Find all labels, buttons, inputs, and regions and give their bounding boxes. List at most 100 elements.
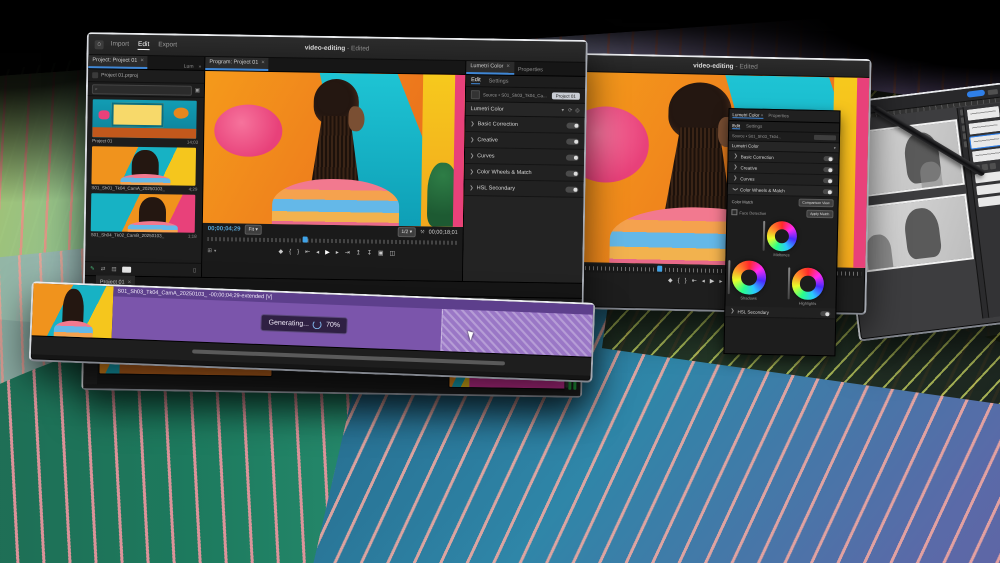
brush-stroke-thumb[interactable] [972,148,1000,163]
tab-project[interactable]: Project: Project 01 × [88,54,148,69]
mark-in-button[interactable]: { [289,249,291,255]
fx-toggle[interactable] [823,167,833,172]
extract-button[interactable]: ↧ [367,251,372,257]
fx-toggle[interactable] [566,122,579,128]
tab-properties[interactable]: Properties [768,113,789,118]
grid-view-icon[interactable] [92,72,98,78]
fx-toggle[interactable] [823,189,833,194]
highlights-wheel[interactable] [792,267,825,300]
step-forward-button[interactable]: ▸ [336,250,339,256]
tab-lumetri-color[interactable]: Lumetri Color × [466,60,514,75]
subtab-settings[interactable]: Settings [746,123,762,128]
layer-swatch[interactable] [976,182,1000,195]
playback-resolution-dropdown[interactable]: 1/2 ▾ [397,227,416,237]
highlights-slider[interactable] [788,267,791,299]
search-input[interactable]: ⌕ [92,84,192,96]
window-controls-icon[interactable] [988,88,999,94]
settings-wrench-icon[interactable]: ⚒ [420,229,425,235]
tab-program[interactable]: Program: Project 01 × [205,56,269,71]
panel-overflow-icon[interactable]: » [195,64,204,70]
section-color-wheels-match[interactable]: ❯ Color Wheels & Match [465,164,584,182]
brush-stroke-thumb[interactable] [967,106,1000,121]
section-basic-correction[interactable]: ❯ Basic Correction [465,116,584,134]
fx-toggle[interactable] [824,156,834,161]
add-marker-button[interactable]: ◆ [278,249,283,255]
link-icon[interactable]: ⇄ [101,266,106,272]
reset-icon[interactable]: ⟳ [568,107,572,113]
fx-toggle[interactable] [823,178,833,183]
clip-chip[interactable]: Project 01 [552,92,580,99]
subtab-edit[interactable]: Edit [732,123,740,129]
section-curves[interactable]: ❯ Curves [465,148,584,166]
close-icon[interactable]: × [140,58,144,64]
mark-out-button[interactable]: } [297,249,299,255]
step-forward-button[interactable]: ▸ [719,279,722,285]
add-marker-button[interactable]: ◆ [668,278,673,284]
home-icon[interactable]: ⌂ [95,40,104,49]
fx-toggle[interactable] [566,170,579,176]
fx-toggle[interactable] [566,154,579,160]
go-to-in-button[interactable]: ⇤ [692,278,697,284]
preset-dropdown[interactable]: Lumetri Color [471,106,562,113]
color-match-label: Color Match [732,199,754,204]
midtones-slider[interactable] [763,221,766,251]
fx-toggle[interactable] [565,186,578,192]
mark-out-button[interactable]: } [685,278,687,284]
tab-export[interactable]: Export [158,41,177,50]
go-to-out-button[interactable]: ⇥ [345,250,350,256]
fx-toggle[interactable] [820,311,830,316]
share-button[interactable] [967,90,986,98]
subtab-settings[interactable]: Settings [489,78,509,84]
face-detection-checkbox[interactable]: Face Detection [731,209,766,216]
mark-in-button[interactable]: { [678,278,680,284]
shadows-wheel[interactable] [732,260,767,295]
play-button[interactable]: ▶ [325,250,330,256]
project-item[interactable]: Project 01 14;03 [92,99,199,145]
folder-icon[interactable]: ▣ [195,87,200,93]
close-icon[interactable]: × [506,64,510,70]
brush-stroke-thumb[interactable] [969,120,1000,135]
shadows-slider[interactable] [728,260,731,294]
brush-stroke-thumb-selected[interactable] [970,134,1000,149]
chevron-icon: ❯ [734,153,738,159]
tab-import[interactable]: Import [111,40,130,49]
zoom-level-dropdown[interactable]: Fit ▾ [244,225,262,235]
timeline-hscrollbar[interactable] [192,349,505,365]
playhead[interactable] [303,237,308,243]
highlights-label: Highlights [791,300,823,306]
tab-lumetri-overflow[interactable]: Lum [182,64,196,70]
go-to-in-button[interactable]: ⇤ [305,250,310,256]
comparison-view-button[interactable]: ◫ [390,251,396,257]
project-item[interactable]: S01_Sh01_Tk04_CamA_20250103_ 4;29 [91,146,198,192]
comparison-view-chip[interactable]: Comparison View [798,199,834,208]
step-back-button[interactable]: ◂ [316,250,319,256]
preset-dropdown[interactable]: Lumetri Color [732,143,834,150]
play-button[interactable]: ▶ [710,279,715,285]
panel-icon[interactable] [990,163,997,170]
close-icon[interactable]: × [261,60,265,66]
section-hsl-secondary[interactable]: ❯ HSL Secondary [725,306,835,319]
playhead[interactable] [657,266,662,272]
checkbox-icon[interactable] [731,209,737,215]
pen-tool-icon[interactable]: ✎ [90,266,95,272]
tab-lumetri-color[interactable]: Lumetri Color × [732,112,763,119]
midtones-wheel[interactable] [767,221,798,252]
export-frame-button[interactable]: ▣ [378,251,384,257]
settings-grid-icon[interactable]: ⊞ [207,248,212,254]
section-hsl-secondary[interactable]: ❯ HSL Secondary [464,180,583,198]
new-bin-icon[interactable]: ▤ [111,266,116,272]
clip-chip[interactable] [814,135,836,140]
apply-match-chip[interactable]: Apply Match [806,210,833,219]
layer-swatch[interactable] [978,194,1000,207]
tab-properties[interactable]: Properties [514,67,547,76]
subtab-edit[interactable]: Edit [471,77,481,84]
fx-toggle[interactable] [566,138,579,144]
tab-edit[interactable]: Edit [138,40,149,49]
section-creative[interactable]: ❯ Creative [465,132,584,150]
step-back-button[interactable]: ◂ [702,279,705,285]
project-item[interactable]: S01_Sh04_Tk02_CamB_20250103_ 1;18 [91,193,198,239]
new-item-icon[interactable] [122,266,131,272]
trash-icon[interactable]: ▯ [193,267,196,273]
lift-button[interactable]: ↥ [356,250,361,256]
scope-icon[interactable]: ◎ [575,107,579,113]
